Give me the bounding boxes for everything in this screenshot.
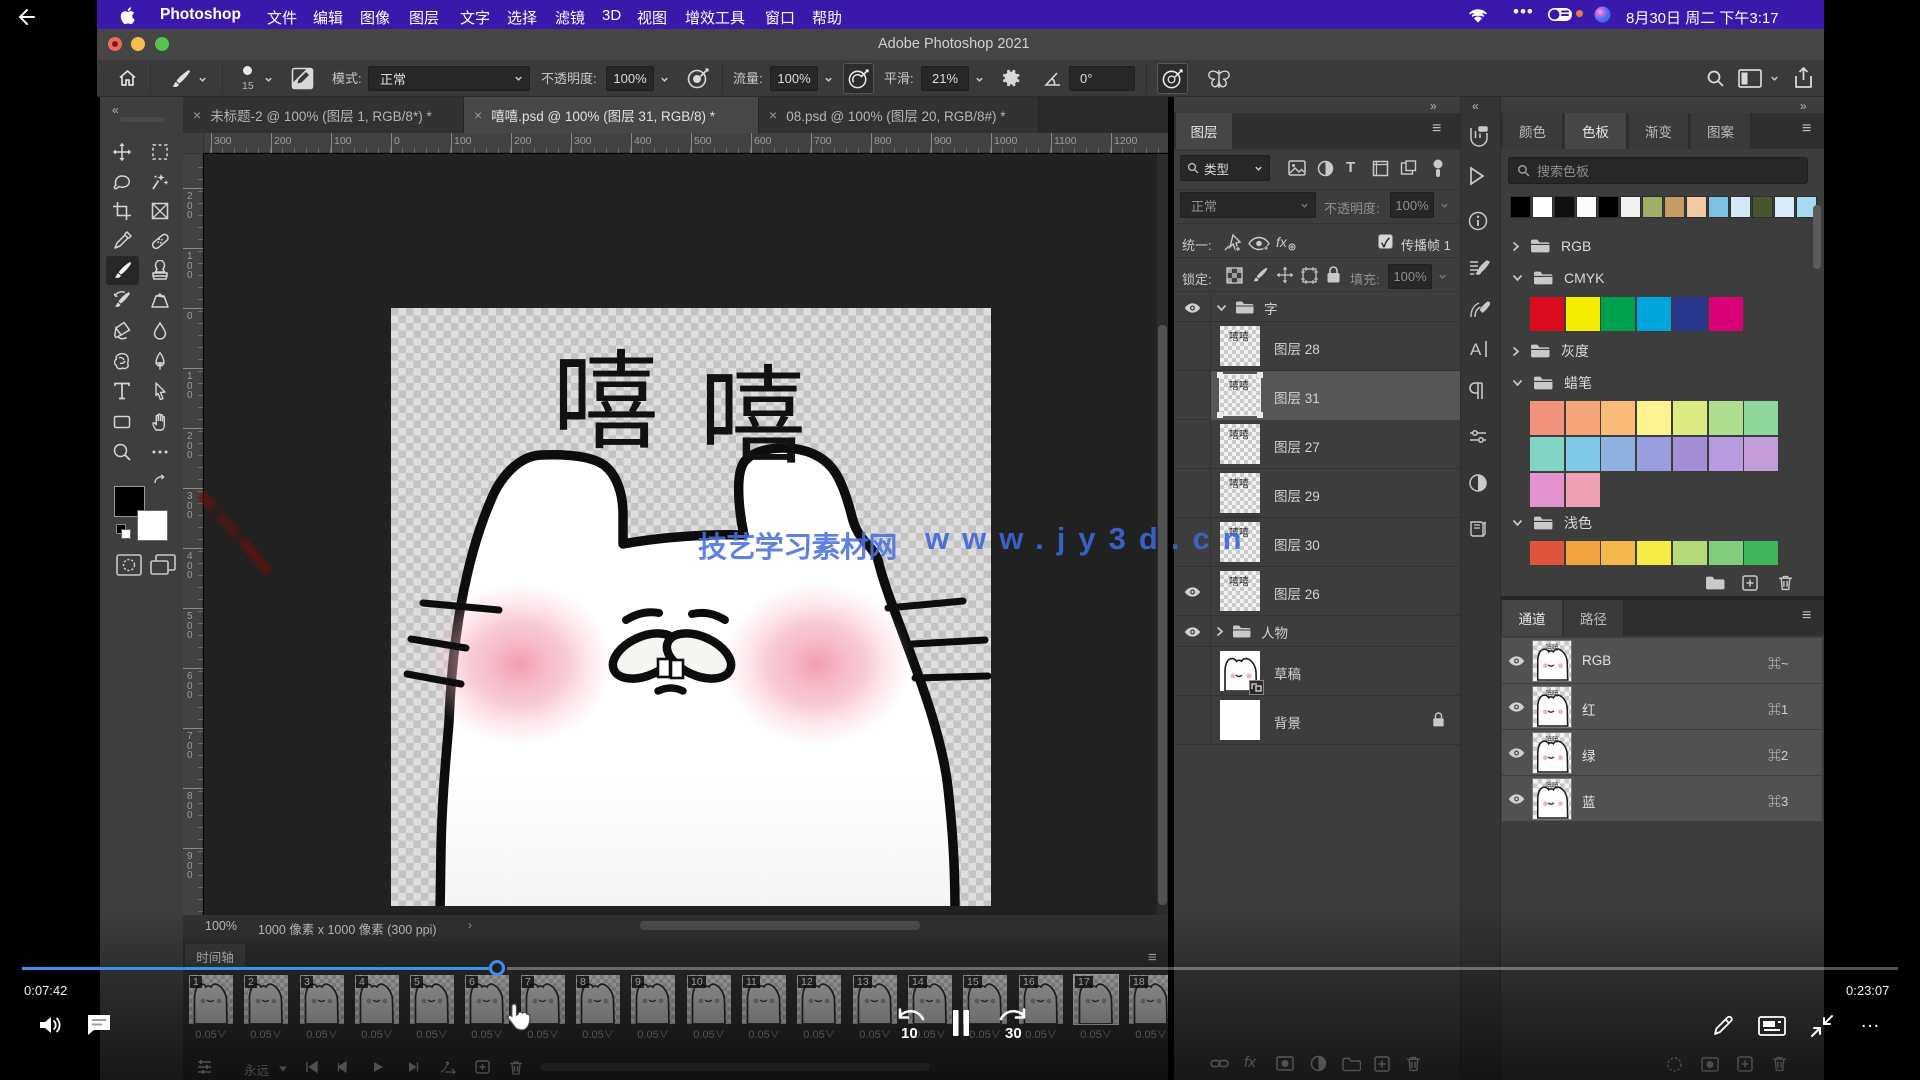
svg-text:嘻: 嘻 <box>552 315 659 470</box>
svg-text:10: 10 <box>901 1025 918 1042</box>
svg-text:A: A <box>1470 340 1482 359</box>
svg-text:嘻: 嘻 <box>699 330 806 485</box>
svg-text:嘻嘻: 嘻嘻 <box>1545 642 1559 652</box>
svg-text:嘻嘻: 嘻嘻 <box>1545 780 1559 790</box>
svg-text:嘻嘻: 嘻嘻 <box>1545 688 1559 698</box>
svg-text:30: 30 <box>1005 1025 1022 1042</box>
svg-text:嘻嘻: 嘻嘻 <box>1545 734 1559 744</box>
